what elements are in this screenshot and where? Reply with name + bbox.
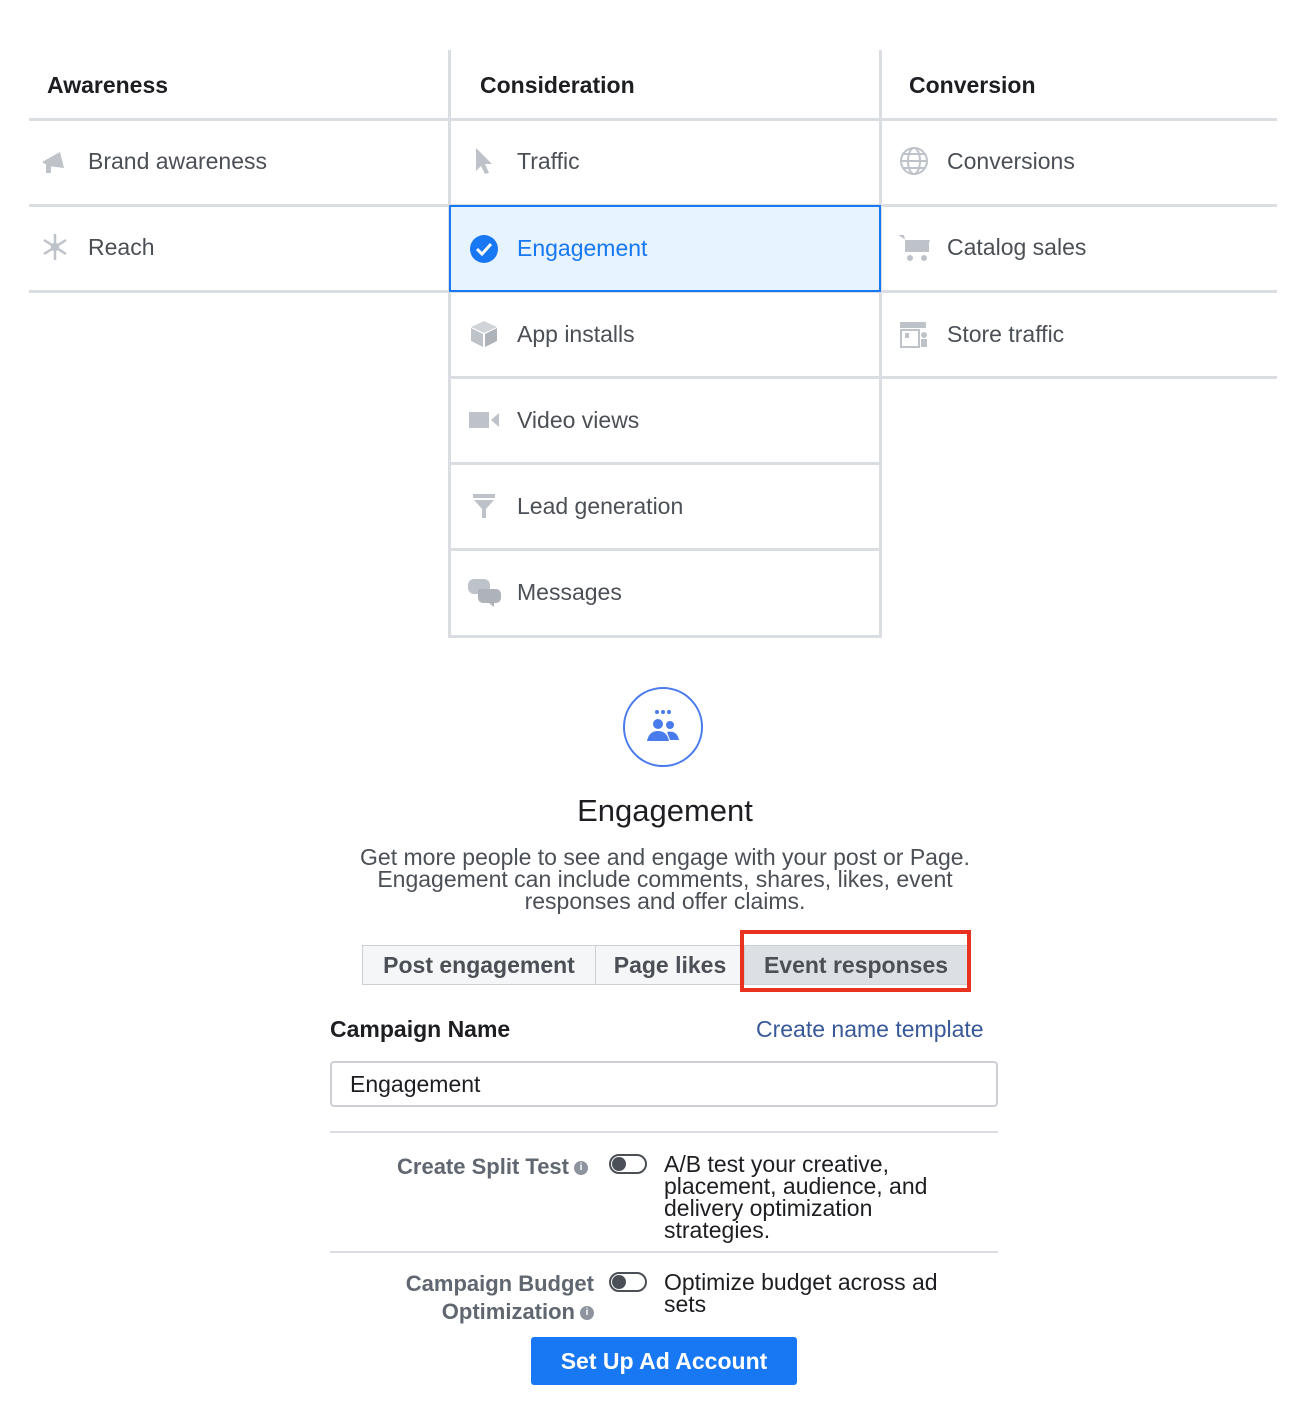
- column-header-consideration: Consideration: [480, 71, 635, 98]
- objective-app-installs[interactable]: App installs: [467, 294, 877, 374]
- row-divider: [29, 290, 449, 293]
- box-icon: [467, 317, 501, 351]
- objective-label: Video views: [517, 406, 640, 433]
- objective-video-views[interactable]: Video views: [467, 380, 877, 460]
- objective-label: Lead generation: [517, 492, 684, 519]
- split-test-description: A/B test your creative, placement, audie…: [664, 1151, 984, 1243]
- objective-label: Messages: [517, 578, 622, 605]
- row-divider: [450, 548, 881, 551]
- video-camera-icon: [467, 403, 501, 437]
- toggle-knob: [612, 1157, 626, 1171]
- section-divider: [330, 1251, 998, 1253]
- objective-brand-awareness[interactable]: Brand awareness: [38, 121, 448, 201]
- set-up-ad-account-button[interactable]: Set Up Ad Account: [531, 1337, 797, 1385]
- objective-label: Conversions: [947, 147, 1075, 174]
- objective-reach[interactable]: Reach: [38, 207, 448, 287]
- description-line: sets: [664, 1291, 707, 1317]
- people-icon: [623, 687, 703, 767]
- description-line: A/B test your creative,: [664, 1151, 889, 1177]
- objective-label: Traffic: [517, 147, 580, 174]
- objective-store-traffic[interactable]: Store traffic: [897, 294, 1277, 374]
- objective-description: Get more people to see and engage with y…: [330, 844, 1000, 914]
- megaphone-icon: [38, 144, 72, 178]
- description-line: strategies.: [664, 1217, 771, 1243]
- chat-bubbles-icon: [467, 575, 501, 609]
- objective-detail-title: Engagement: [577, 793, 753, 828]
- objective-catalog-sales[interactable]: Catalog sales: [897, 207, 1277, 287]
- objective-label: App installs: [517, 320, 635, 347]
- description-line: delivery optimization: [664, 1195, 873, 1221]
- check-circle-icon: [467, 232, 501, 266]
- objective-conversions[interactable]: Conversions: [897, 121, 1277, 201]
- objective-traffic[interactable]: Traffic: [467, 121, 877, 201]
- budget-optimization-description: Optimize budget across ad sets: [664, 1269, 984, 1317]
- row-divider: [450, 635, 881, 638]
- globe-icon: [897, 144, 931, 178]
- split-test-label: Create Split Test i: [330, 1153, 588, 1181]
- objective-engagement[interactable]: Engagement: [449, 205, 881, 292]
- toggle-knob: [612, 1275, 626, 1289]
- info-icon[interactable]: i: [574, 1161, 588, 1176]
- objective-label: Engagement: [517, 235, 648, 261]
- store-icon: [897, 317, 931, 351]
- tab-post-engagement[interactable]: Post engagement: [363, 946, 596, 984]
- label-line: Optimization: [441, 1299, 575, 1324]
- campaign-name-label: Campaign Name: [330, 1016, 511, 1042]
- row-divider: [450, 462, 881, 465]
- objective-messages[interactable]: Messages: [467, 552, 877, 632]
- split-test-toggle[interactable]: [609, 1154, 647, 1174]
- highlight-box: [740, 930, 971, 992]
- section-divider: [330, 1131, 998, 1133]
- label-line: Campaign Budget: [405, 1271, 594, 1296]
- campaign-name-input[interactable]: Engagement: [330, 1061, 998, 1107]
- objective-label: Catalog sales: [947, 233, 1087, 260]
- row-divider: [881, 290, 1277, 293]
- row-divider: [450, 376, 881, 379]
- column-header-awareness: Awareness: [47, 71, 169, 98]
- description-line: Engagement can include comments, shares,…: [377, 866, 953, 892]
- split-test-label-text: Create Split Test: [397, 1154, 569, 1179]
- reach-icon: [38, 230, 72, 264]
- description-line: Get more people to see and engage with y…: [360, 844, 970, 870]
- objective-label: Reach: [88, 233, 155, 260]
- description-line: responses and offer claims.: [524, 888, 806, 914]
- column-header-conversion: Conversion: [909, 71, 1036, 98]
- cursor-icon: [467, 144, 501, 178]
- tab-page-likes[interactable]: Page likes: [596, 946, 745, 984]
- create-name-template-link[interactable]: Create name template: [756, 1016, 984, 1043]
- cart-icon: [897, 230, 931, 264]
- objective-label: Store traffic: [947, 320, 1065, 347]
- funnel-icon: [467, 489, 501, 523]
- row-divider: [881, 376, 1277, 379]
- objective-lead-generation[interactable]: Lead generation: [467, 466, 877, 546]
- description-line: placement, audience, and: [664, 1173, 928, 1199]
- budget-optimization-toggle[interactable]: [609, 1272, 647, 1292]
- budget-optimization-label: Campaign Budget Optimization i: [330, 1270, 594, 1326]
- info-icon[interactable]: i: [580, 1306, 594, 1321]
- objective-label: Brand awareness: [88, 147, 267, 174]
- description-line: Optimize budget across ad: [664, 1269, 938, 1295]
